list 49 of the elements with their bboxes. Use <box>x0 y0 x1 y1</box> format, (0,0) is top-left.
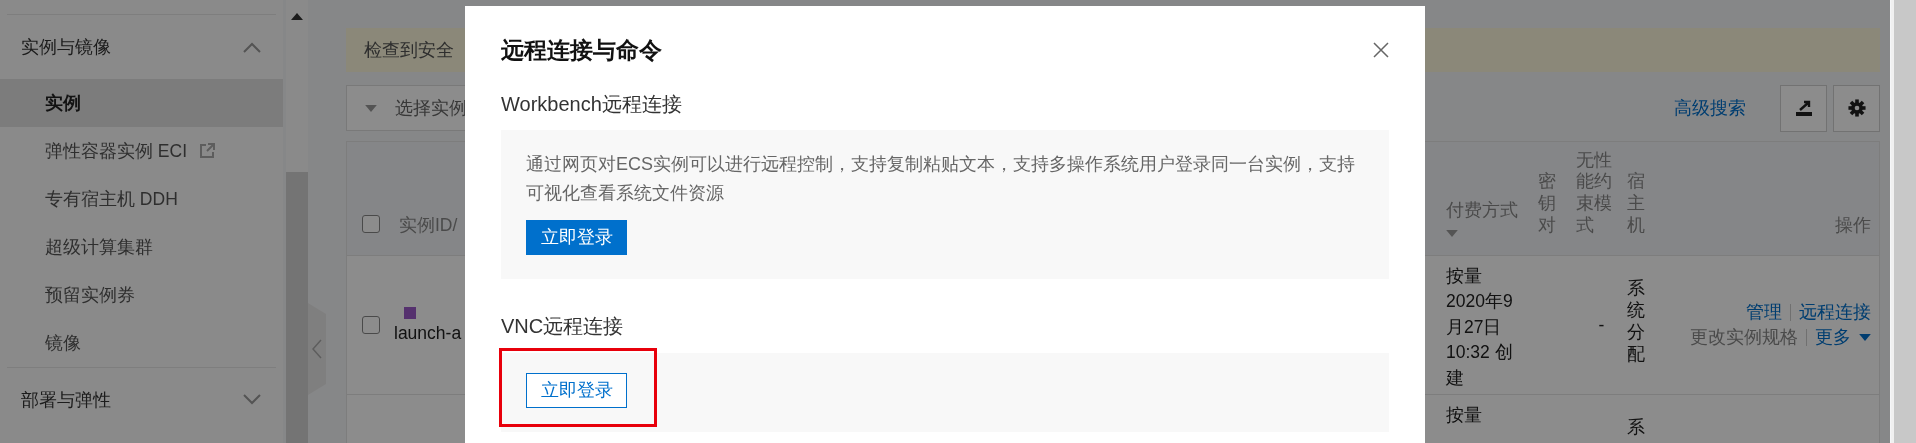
section-description: 通过网页对ECS实例可以进行远程控制，支持复制粘贴文本，支持多操作系统用户登录同一台实例，支持可视化查看系统文件资源 <box>526 153 1356 205</box>
export-button[interactable] <box>1780 84 1827 132</box>
column-header: 付费方式 <box>1446 199 1519 222</box>
scroll-up-icon[interactable] <box>291 13 303 20</box>
chevron-left-icon <box>312 339 322 359</box>
notice-text: 检查到安全 <box>364 39 454 62</box>
sidebar-item[interactable]: 专有宿主机 DDH <box>0 175 283 223</box>
select-all-checkbox[interactable] <box>361 215 380 233</box>
caret-icon[interactable] <box>1446 230 1458 237</box>
host-text: 系 <box>1627 417 1645 439</box>
action-link[interactable]: 管理 <box>1746 299 1782 325</box>
section-title: Workbench远程连接 <box>501 91 683 117</box>
instance-icon <box>404 306 416 319</box>
billing-text: 按量 <box>1446 404 1483 427</box>
sidebar-item[interactable]: 镜像 <box>0 319 283 367</box>
table-cell: - <box>1598 314 1605 336</box>
caret-icon <box>365 104 377 112</box>
sidebar-group[interactable]: 部署与弹性 <box>7 367 276 432</box>
instance-name: launch-a <box>394 322 462 344</box>
more-dropdown[interactable]: 更多 <box>1815 325 1871 351</box>
section-title: VNC远程连接 <box>501 314 625 340</box>
action-link[interactable]: 更改实例规格 <box>1690 325 1798 351</box>
host-text: 系统分配 <box>1627 278 1645 366</box>
scrollbar[interactable] <box>286 0 308 443</box>
sidebar-item[interactable]: 弹性容器实例 ECI <box>0 127 283 175</box>
sidebar-item[interactable]: 超级计算集群 <box>0 223 283 271</box>
column-header: 无性能约束模式 <box>1576 149 1613 237</box>
advanced-search-link[interactable]: 高级搜索 <box>1674 96 1746 120</box>
login-button[interactable]: 立即登录 <box>526 372 627 408</box>
scrollbar[interactable] <box>1891 0 1916 443</box>
chevron-up-icon <box>242 41 262 53</box>
column-header: 实例ID/ <box>399 214 458 237</box>
export-icon <box>1794 99 1813 117</box>
created-time: 2020年9月27日 10:32 创建 <box>1446 290 1514 390</box>
column-header: 宿主机 <box>1627 171 1645 237</box>
sidebar-item[interactable]: 预留实例券 <box>0 271 283 319</box>
dialog-title: 远程连接与命令 <box>501 35 662 65</box>
column-header: 密钥对 <box>1538 171 1556 237</box>
sidebar-item[interactable]: 实例 <box>0 79 283 127</box>
login-button[interactable]: 立即登录 <box>526 219 627 255</box>
settings-icon <box>1847 99 1866 117</box>
close-icon[interactable] <box>1373 42 1389 58</box>
billing-text: 按量 <box>1446 265 1483 288</box>
settings-button[interactable] <box>1833 84 1880 132</box>
chevron-down-icon <box>242 394 262 406</box>
row-checkbox[interactable] <box>361 316 380 334</box>
column-header: 操作 <box>1835 214 1871 237</box>
caret-icon <box>1859 334 1871 342</box>
action-link[interactable]: 远程连接 <box>1799 299 1871 325</box>
